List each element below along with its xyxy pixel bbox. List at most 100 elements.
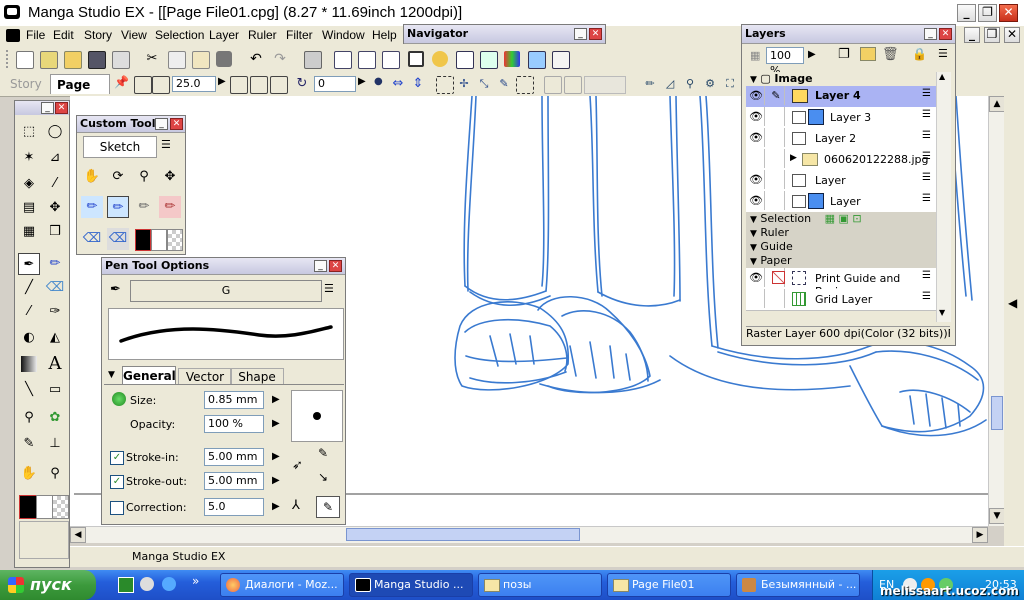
layers-zoom-arrow-icon[interactable]: ▶ [808, 49, 816, 60]
layer-row-layer-a[interactable]: 👁 Layer ☰ [746, 170, 936, 192]
vertical-scroll-thumb[interactable] [991, 396, 1003, 430]
paper-section[interactable]: ▼ Paper [746, 254, 936, 268]
hand-custom-icon[interactable]: ✋ [81, 166, 103, 188]
layer-row-layer-b[interactable]: 👁 Layer ☰ [746, 191, 936, 213]
brush-shape2-icon[interactable] [152, 76, 170, 94]
print-size-icon[interactable]: ✎ [496, 76, 512, 92]
guide-section[interactable]: ▼ Guide [746, 240, 936, 254]
scroll-up-button[interactable]: ▲ [989, 96, 1005, 112]
layer-b-visibility-eye-icon[interactable]: 👁 [748, 191, 765, 210]
tone-pen-tool-icon[interactable]: ✑ [44, 301, 66, 323]
horizontal-scroll-thumb[interactable] [346, 528, 580, 541]
pen-preset-menu-icon[interactable]: ☰ [324, 282, 334, 295]
layers-minimize-button[interactable]: _ [924, 28, 937, 40]
print-guide-visibility-eye-icon[interactable]: 👁 [748, 268, 765, 287]
tab-story[interactable]: Story [10, 75, 46, 93]
quicklaunch-1-icon[interactable] [118, 577, 134, 593]
layer-row-layer4[interactable]: 👁 ✎ Layer 4 ☰ [746, 86, 936, 108]
custom-color-white[interactable] [151, 229, 167, 251]
pin-icon[interactable]: 📌 [114, 75, 129, 89]
doc-close-button[interactable]: ✕ [1004, 27, 1020, 43]
layer3-settings-icon[interactable]: ☰ [922, 109, 931, 120]
correction-arrow-icon[interactable]: ▶ [272, 501, 280, 512]
restore-button[interactable]: ❐ [978, 4, 997, 22]
grid-settings-icon[interactable]: ☰ [922, 291, 931, 302]
transform-icon[interactable]: ⛶ [722, 76, 738, 92]
layers-scroll-up-icon[interactable]: ▲ [939, 72, 945, 81]
jpg-folder-expand-icon[interactable]: ▶ [790, 153, 797, 163]
horizontal-scrollbar[interactable]: ◀ ▶ [70, 526, 988, 543]
auto-correct-button[interactable]: ✎ [316, 496, 340, 518]
tab-shape[interactable]: Shape [230, 368, 284, 385]
correction-shape-icon[interactable]: ⅄ [292, 498, 300, 513]
stroke-pressure-icon[interactable]: ✎ [318, 446, 328, 460]
layer4-edit-pen-icon[interactable]: ✎ [768, 86, 785, 105]
eyedropper-tool-icon[interactable]: ⁄ [44, 173, 66, 195]
cube-tool-icon[interactable]: ❒ [44, 221, 66, 243]
stroke-in-arrow-icon[interactable]: ▶ [272, 451, 280, 462]
paste-icon[interactable] [192, 51, 210, 69]
properties-palette-icon[interactable] [480, 51, 498, 69]
custom-color-black[interactable] [135, 229, 151, 251]
layer3-visibility-eye-icon[interactable]: 👁 [748, 107, 765, 126]
red-pencil-icon[interactable]: ✏ [159, 196, 181, 218]
dock-collapse-icon[interactable]: ◀ [1008, 296, 1017, 310]
rotation-dot-icon[interactable]: ● [374, 76, 383, 87]
layer-a-visibility-eye-icon[interactable]: 👁 [748, 170, 765, 189]
layer2-settings-icon[interactable]: ☰ [922, 130, 931, 141]
zoom-custom-icon[interactable]: ⚲ [133, 166, 155, 188]
brush-tool-icon[interactable]: ⁄ [18, 301, 40, 323]
pen-tool-icon[interactable]: ✏ [642, 76, 658, 92]
sticker-tool-icon[interactable]: ✿ [44, 407, 66, 429]
navigator-close-button[interactable]: ✕ [589, 28, 602, 40]
quicklaunch-2-icon[interactable] [140, 577, 154, 591]
pen-options-close-button[interactable]: ✕ [329, 260, 342, 272]
print-guide-settings-icon[interactable]: ☰ [922, 270, 931, 281]
sub-color-swatch[interactable] [36, 495, 53, 519]
panel-ruler-tool-icon[interactable]: ▦ [18, 221, 40, 243]
menu-edit[interactable]: Edit [53, 28, 74, 42]
move-custom-icon[interactable]: ✥ [159, 166, 181, 188]
hand-tool-icon[interactable]: ✋ [18, 463, 40, 485]
fit-page-icon[interactable] [436, 76, 454, 94]
tabs-collapse-icon[interactable]: ▼ [108, 370, 115, 380]
stroke-in-field[interactable]: 5.00 mm [204, 448, 264, 466]
layer2-visibility-eye-icon[interactable]: 👁 [748, 128, 765, 147]
scroll-right-button[interactable]: ▶ [972, 527, 988, 543]
new-story-icon[interactable] [40, 51, 58, 69]
custom-tools-close-button[interactable]: ✕ [170, 118, 183, 130]
navigator-minimize-button[interactable]: _ [574, 28, 587, 40]
export-icon[interactable] [112, 51, 130, 69]
stroke-in-shape-icon[interactable]: ➶ [292, 458, 303, 473]
grid-lock-cell[interactable] [768, 289, 785, 308]
eraser-tool-icon[interactable]: ⌫ [44, 277, 66, 299]
select-pen-tool-icon[interactable]: ⊿ [44, 147, 66, 169]
paper-row-print-guide[interactable]: 👁 Print Guide and Basi... ☰ [746, 268, 936, 298]
layers-close-button[interactable]: ✕ [939, 28, 952, 40]
zoom-fit-icon[interactable]: ✢ [456, 76, 472, 92]
page-flip-icon[interactable] [270, 76, 288, 94]
layer-a-settings-icon[interactable]: ☰ [922, 172, 931, 183]
lasso-tool-icon[interactable]: ◯ [44, 121, 66, 143]
undo-icon[interactable]: ↶ [248, 51, 264, 67]
page-view-icon[interactable] [408, 51, 424, 67]
menu-selection[interactable]: Selection [155, 28, 204, 42]
pages-icon[interactable] [334, 51, 352, 69]
menu-ruler[interactable]: Ruler [248, 28, 277, 42]
stamp-tool-icon[interactable]: ⊥ [44, 433, 66, 455]
stroke-out-shape-icon[interactable]: ↘ [318, 470, 328, 484]
quicklaunch-3-icon[interactable] [162, 577, 176, 591]
layers-grid-icon[interactable]: ▦ [750, 49, 760, 62]
settings-icon[interactable]: ⚙ [702, 76, 718, 92]
size-field[interactable]: 0.85 mm [204, 391, 264, 409]
layer-a-lock-cell[interactable] [768, 170, 785, 189]
image-group-header[interactable]: ▼ ▢ Image [746, 72, 936, 86]
layer-row-layer3[interactable]: 👁 Layer 3 ☰ [746, 107, 936, 129]
doc-restore-button[interactable]: ❐ [984, 27, 1000, 43]
rectangle-tool-icon[interactable]: ▭ [44, 379, 66, 401]
page-rotate-icon[interactable] [250, 76, 268, 94]
rotate-custom-icon[interactable]: ⟳ [107, 166, 129, 188]
stroke-out-field[interactable]: 5.00 mm [204, 472, 264, 490]
tools-close-button[interactable]: ✕ [55, 102, 68, 114]
page-icon[interactable] [230, 76, 248, 94]
